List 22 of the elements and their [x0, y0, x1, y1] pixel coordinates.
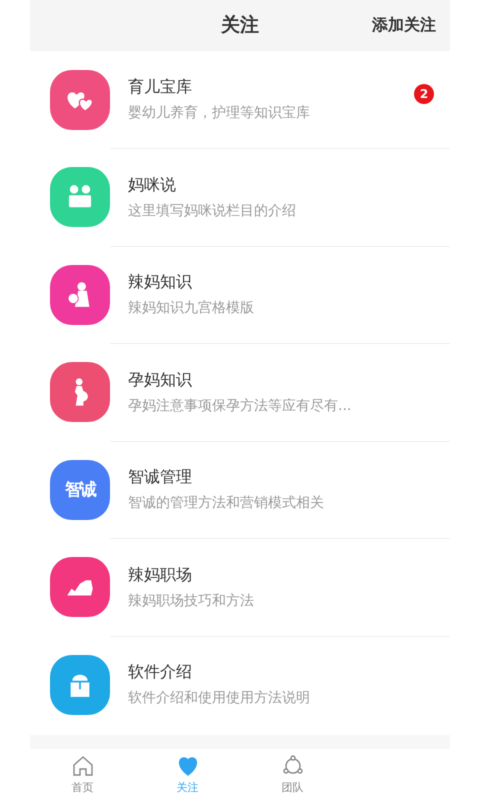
item-title: 妈咪说 [128, 174, 177, 196]
item-description: 孕妈注意事项保孕方法等应有尽有... [128, 396, 352, 415]
nav-tab[interactable]: 关注 [135, 749, 240, 800]
item-title: 辣妈职场 [128, 564, 193, 586]
item-title: 育儿宝库 [128, 77, 193, 98]
item-description: 婴幼儿养育，护理等知识宝库 [128, 104, 311, 122]
add-follow-link[interactable]: 添加关注 [259, 14, 436, 36]
item-description: 辣妈职场技巧和方法 [128, 592, 255, 610]
item-description: 辣妈知识九宫格模版 [128, 299, 255, 318]
unread-count: 2 [414, 84, 434, 104]
item-description: 软件介绍和使用使用方法说明 [128, 689, 311, 708]
item-title: 智诚管理 [128, 467, 193, 488]
page-title: 关注 [221, 13, 259, 38]
home-icon [70, 754, 94, 778]
logo-icon: 智诚 [50, 460, 110, 520]
nav-tab[interactable]: 首页 [30, 749, 135, 800]
item-description: 这里填写妈咪说栏目的介绍 [128, 202, 297, 220]
item-title: 软件介绍 [128, 662, 193, 684]
item-title: 辣妈知识 [128, 272, 193, 294]
item-title: 孕妈知识 [128, 370, 193, 391]
nav-tab[interactable]: 团队 [240, 749, 345, 800]
item-description: 智诚的管理方法和营销模式相关 [128, 494, 325, 512]
